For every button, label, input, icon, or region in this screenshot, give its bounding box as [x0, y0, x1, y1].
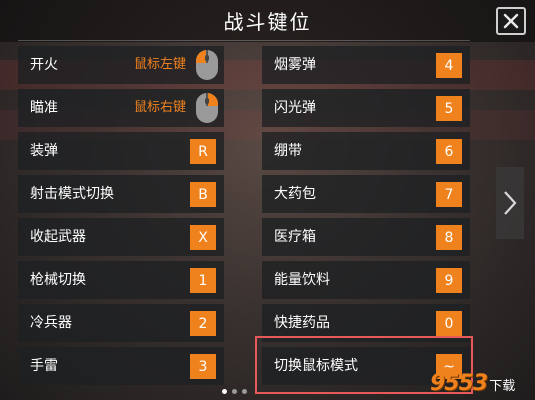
keybinding-label: 枪械切换 [30, 272, 86, 288]
mouse-left-button-icon [196, 50, 218, 80]
key-badge[interactable]: 3 [190, 354, 216, 379]
keybinding-row[interactable]: 手雷 3 [18, 347, 224, 385]
page-title: 战斗键位 [223, 10, 312, 34]
keybinding-row[interactable]: 瞄准 鼠标右键 [18, 89, 224, 127]
keybinding-row[interactable]: 射击模式切换 B [18, 175, 224, 213]
pagination-dots [222, 389, 247, 394]
key-badge[interactable]: 9 [436, 268, 462, 293]
keybinding-row[interactable]: 绷带 6 [262, 132, 470, 170]
pagination-dot[interactable] [222, 389, 227, 394]
mouse-binding-text[interactable]: 鼠标右键 [134, 89, 186, 127]
mouse-binding-text[interactable]: 鼠标左键 [134, 46, 186, 84]
close-button[interactable] [496, 7, 526, 35]
keybinding-label: 医疗箱 [274, 229, 316, 245]
chevron-right-icon [504, 191, 517, 215]
keybinding-label: 收起武器 [30, 229, 86, 245]
keybinding-label: 绷带 [274, 143, 302, 159]
keybinding-row[interactable]: 冷兵器 2 [18, 304, 224, 342]
key-badge[interactable]: 2 [190, 311, 216, 336]
header-bar: 战斗键位 [0, 0, 535, 42]
keybinding-label: 手雷 [30, 358, 58, 374]
key-badge[interactable]: 7 [436, 182, 462, 207]
keybinding-label: 闪光弹 [274, 100, 316, 116]
key-badge[interactable]: X [190, 225, 216, 250]
header-divider [18, 40, 470, 41]
mouse-right-button-icon [196, 93, 218, 123]
watermark-logo: 9553 下载 [430, 368, 530, 396]
keybinding-label: 瞄准 [30, 100, 58, 116]
keybinding-row[interactable]: 医疗箱 8 [262, 218, 470, 256]
keybinding-row[interactable]: 闪光弹 5 [262, 89, 470, 127]
keybinding-label: 射击模式切换 [30, 186, 114, 202]
key-badge[interactable]: 1 [190, 268, 216, 293]
keybinding-label: 装弹 [30, 143, 58, 159]
key-badge[interactable]: 5 [436, 96, 462, 121]
keybinding-row[interactable]: 烟雾弹 4 [262, 46, 470, 84]
keybinding-label: 大药包 [274, 186, 316, 202]
next-page-button[interactable] [496, 167, 524, 239]
key-badge[interactable]: 8 [436, 225, 462, 250]
key-badge[interactable]: B [190, 182, 216, 207]
keybinding-row[interactable]: 收起武器 X [18, 218, 224, 256]
key-badge[interactable]: 0 [436, 311, 462, 336]
key-badge[interactable]: 4 [436, 53, 462, 78]
keybinding-label: 烟雾弹 [274, 57, 316, 73]
pagination-dot[interactable] [232, 389, 237, 394]
key-badge[interactable]: 6 [436, 139, 462, 164]
key-badge[interactable]: R [190, 139, 216, 164]
keybinding-row[interactable]: 大药包 7 [262, 175, 470, 213]
keybinding-row[interactable]: 枪械切换 1 [18, 261, 224, 299]
close-icon [503, 13, 519, 29]
pagination-dot[interactable] [242, 389, 247, 394]
keybinding-row[interactable]: 装弹 R [18, 132, 224, 170]
keybinding-label: 能量饮料 [274, 272, 330, 288]
keybinding-row[interactable]: 能量饮料 9 [262, 261, 470, 299]
keybinding-label: 冷兵器 [30, 315, 72, 331]
keybinding-label: 开火 [30, 57, 58, 73]
watermark-text: 下载 [489, 379, 516, 394]
left-keybinding-column: 开火 鼠标左键瞄准 鼠标右键装弹 R 射击模式切换 B 收起武器 X 枪械切换 1 冷兵器 2 手雷 3 [18, 46, 224, 390]
watermark-number: 9553 [430, 371, 488, 396]
keybinding-row[interactable]: 开火 鼠标左键 [18, 46, 224, 84]
